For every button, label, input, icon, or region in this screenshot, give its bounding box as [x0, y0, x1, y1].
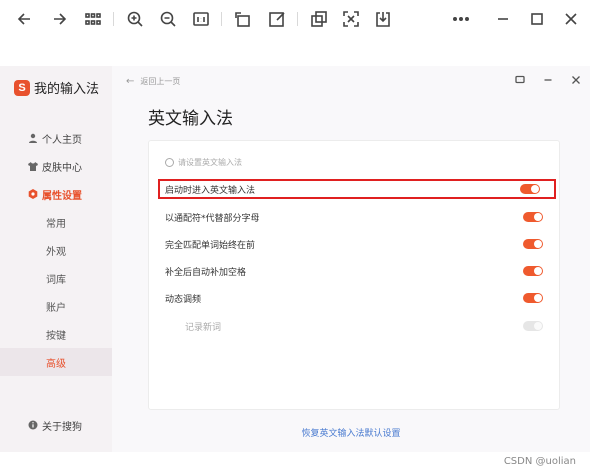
- more-icon[interactable]: [450, 8, 472, 30]
- minimize-icon[interactable]: [492, 8, 514, 30]
- edit-icon[interactable]: [266, 8, 288, 30]
- toggle-switch[interactable]: [523, 239, 543, 249]
- toolbar-divider: [297, 12, 298, 26]
- hint-text: 请设置英文输入法: [178, 158, 242, 167]
- ime-settings-window: S 我的输入法 个人主页 皮肤中心 属性设置 常用 外观 词库 账户 按键 高级…: [0, 66, 590, 452]
- maximize-icon[interactable]: [526, 8, 548, 30]
- setting-label: 动态调频: [165, 294, 202, 305]
- sidebar: S 我的输入法 个人主页 皮肤中心 属性设置 常用 外观 词库 账户 按键 高级…: [0, 66, 112, 452]
- setting-row-auto-space: 补全后自动补加空格: [163, 261, 547, 281]
- settings-hint: 请设置英文输入法: [165, 157, 242, 168]
- ocr-icon[interactable]: [340, 8, 362, 30]
- one-to-one-icon[interactable]: [190, 8, 212, 30]
- setting-row-start-english: 启动时进入英文输入法: [158, 179, 556, 199]
- sidebar-item-label: 属性设置: [42, 190, 82, 202]
- sidebar-item-skins[interactable]: 皮肤中心: [0, 152, 112, 180]
- brand-name: 我的输入法: [34, 82, 100, 97]
- setting-label: 补全后自动补加空格: [165, 267, 247, 278]
- setting-label: 以通配符*代替部分字母: [165, 213, 260, 224]
- minimize-icon[interactable]: [542, 74, 554, 86]
- download-icon[interactable]: [372, 8, 394, 30]
- info-icon: [28, 420, 38, 430]
- toggle-switch[interactable]: [523, 212, 543, 222]
- sidebar-item-label: 关于搜狗: [42, 421, 82, 433]
- sidebar-subitem-dictionary[interactable]: 词库: [0, 264, 112, 292]
- shirt-icon: [28, 161, 38, 171]
- zoom-out-icon[interactable]: [157, 8, 179, 30]
- sidebar-subitem-common[interactable]: 常用: [0, 208, 112, 236]
- forward-arrow-icon[interactable]: [48, 8, 70, 30]
- setting-row-exact-match-first: 完全匹配单词始终在前: [163, 234, 547, 254]
- restore-defaults-link[interactable]: 恢复英文输入法默认设置: [112, 426, 590, 439]
- settings-icon: [28, 189, 38, 199]
- copy-icon[interactable]: [308, 8, 330, 30]
- sidebar-item-about[interactable]: 关于搜狗: [0, 411, 112, 439]
- setting-row-wildcard: 以通配符*代替部分字母: [163, 207, 547, 227]
- brand: S 我的输入法: [14, 78, 99, 97]
- toggle-switch[interactable]: [523, 266, 543, 276]
- window-controls: [514, 74, 582, 86]
- sidebar-item-profile[interactable]: 个人主页: [0, 124, 112, 152]
- viewer-toolbar: [0, 0, 590, 38]
- bulb-icon: [165, 158, 174, 167]
- toggle-switch[interactable]: [520, 184, 540, 194]
- toggle-switch-disabled: [523, 321, 543, 331]
- back-link[interactable]: ← 返回上一页: [126, 76, 180, 87]
- setting-row-dynamic-frequency: 动态调频: [163, 288, 547, 308]
- setting-label: 启动时进入英文输入法: [165, 185, 256, 196]
- setting-label: 完全匹配单词始终在前: [165, 240, 256, 251]
- settings-card: 请设置英文输入法 启动时进入英文输入法 以通配符*代替部分字母 完全匹配单词始终…: [148, 140, 560, 410]
- rotate-icon[interactable]: [232, 8, 254, 30]
- zoom-in-icon[interactable]: [124, 8, 146, 30]
- sidebar-item-label: 个人主页: [42, 134, 82, 146]
- setting-row-record-new-words: 记录新词: [163, 316, 547, 336]
- sidebar-subitem-account[interactable]: 账户: [0, 292, 112, 320]
- settings-main: ← 返回上一页 英文输入法 请设置英文输入法 启动时进入英文输入法 以通配符*代…: [112, 66, 590, 452]
- back-arrow-icon: ←: [126, 76, 135, 87]
- watermark: CSDN @uolian: [503, 456, 576, 467]
- toolbar-divider: [113, 12, 114, 26]
- sidebar-subitem-appearance[interactable]: 外观: [0, 236, 112, 264]
- toolbar-divider: [221, 12, 222, 26]
- back-link-label: 返回上一页: [140, 77, 181, 86]
- sidebar-subitem-advanced[interactable]: 高级: [0, 348, 112, 376]
- sidebar-item-settings[interactable]: 属性设置: [0, 180, 112, 208]
- grid-view-icon[interactable]: [82, 8, 104, 30]
- toggle-switch[interactable]: [523, 293, 543, 303]
- page-title: 英文输入法: [148, 109, 233, 129]
- sogou-logo-icon: S: [14, 79, 30, 96]
- setting-label: 记录新词: [185, 322, 222, 333]
- sidebar-item-label: 皮肤中心: [42, 162, 82, 174]
- back-arrow-icon[interactable]: [14, 8, 36, 30]
- feedback-icon[interactable]: [514, 74, 526, 86]
- close-icon[interactable]: [570, 74, 582, 86]
- sidebar-subitem-keys[interactable]: 按键: [0, 320, 112, 348]
- close-icon[interactable]: [560, 8, 582, 30]
- user-icon: [28, 133, 38, 143]
